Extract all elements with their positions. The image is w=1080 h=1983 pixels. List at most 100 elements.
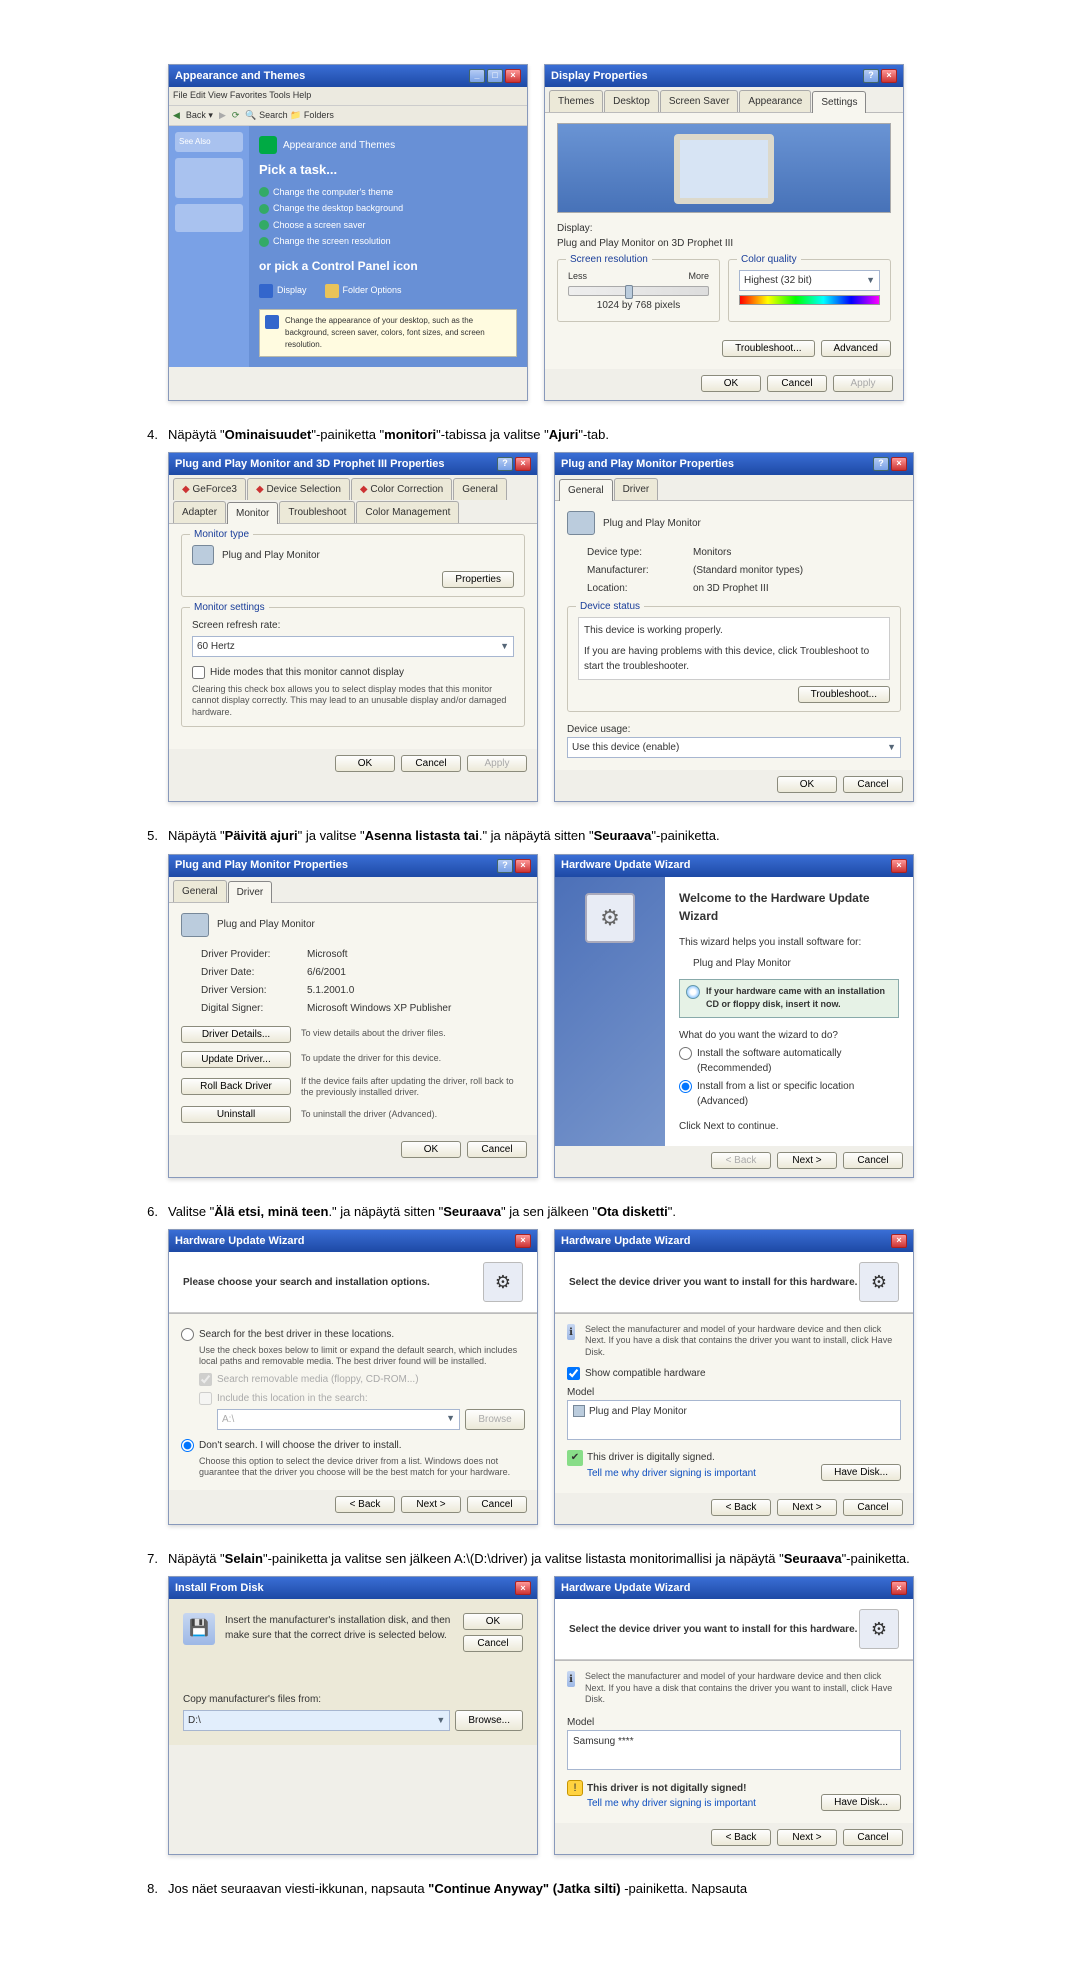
tab-driver[interactable]: Driver [228,881,273,903]
close-icon[interactable]: × [515,859,531,873]
device-usage-select[interactable]: Use this device (enable)▼ [567,737,901,758]
tab-colormgmt[interactable]: Color Management [356,501,459,523]
have-disk-button[interactable]: Have Disk... [821,1464,901,1481]
ok-button[interactable]: OK [701,375,761,392]
cancel-button[interactable]: Cancel [401,755,461,772]
tab-general[interactable]: General [453,478,507,500]
troubleshoot-button[interactable]: Troubleshoot... [722,340,814,357]
next-button[interactable]: Next > [401,1496,461,1513]
close-icon[interactable]: × [515,1234,531,1248]
tab-adapter[interactable]: Adapter [173,501,226,523]
tab-desktop[interactable]: Desktop [604,90,659,112]
path-input[interactable]: D:\▼ [183,1710,450,1731]
apply-button[interactable]: Apply [833,375,893,392]
tab-appearance[interactable]: Appearance [739,90,811,112]
model-listbox[interactable]: Plug and Play Monitor [567,1400,901,1440]
ok-button[interactable]: OK [463,1613,523,1630]
hide-modes-checkbox[interactable] [192,666,205,679]
install-list-radio[interactable] [679,1080,692,1093]
close-icon[interactable]: × [891,457,907,471]
cancel-button[interactable]: Cancel [767,375,827,392]
task-item[interactable]: Choose a screen saver [259,219,517,233]
cancel-button[interactable]: Cancel [467,1496,527,1513]
tab-themes[interactable]: Themes [549,90,603,112]
task-item[interactable]: Change the computer's theme [259,186,517,200]
resolution-slider[interactable] [568,286,709,296]
minimize-icon[interactable]: _ [469,69,485,83]
cancel-button[interactable]: Cancel [843,1499,903,1516]
tab-settings[interactable]: Settings [812,91,866,113]
dont-search-radio[interactable] [181,1439,194,1452]
maximize-icon[interactable]: □ [487,69,503,83]
back-button[interactable]: < Back [711,1499,771,1516]
task-item[interactable]: Change the desktop background [259,202,517,216]
browse-button[interactable]: Browse... [455,1710,523,1731]
uninstall-button[interactable]: Uninstall [181,1106,291,1123]
close-icon[interactable]: × [891,1581,907,1595]
tab-monitor[interactable]: Monitor [227,502,278,524]
apply-button[interactable]: Apply [467,755,527,772]
ok-button[interactable]: OK [401,1141,461,1158]
cancel-button[interactable]: Cancel [463,1635,523,1652]
close-icon[interactable]: × [891,1234,907,1248]
cp-icon-display[interactable]: Display [259,284,307,298]
ok-button[interactable]: OK [335,755,395,772]
display-name: Plug and Play Monitor on 3D Prophet III [557,236,891,251]
have-disk-button[interactable]: Have Disk... [821,1794,901,1811]
window-title: Hardware Update Wizard [561,1233,691,1250]
next-button[interactable]: Next > [777,1829,837,1846]
driver-details-button[interactable]: Driver Details... [181,1026,291,1043]
help-icon[interactable]: ? [497,457,513,471]
properties-button[interactable]: Properties [442,571,514,588]
close-icon[interactable]: × [881,69,897,83]
signing-info-link[interactable]: Tell me why driver signing is important [587,1468,756,1479]
monitor-type-group: Monitor type [190,527,253,542]
cancel-button[interactable]: Cancel [467,1141,527,1158]
tab-geforce[interactable]: ◆ GeForce3 [173,478,246,500]
tab-devsel[interactable]: ◆ Device Selection [247,478,350,500]
next-button[interactable]: Next > [777,1152,837,1169]
update-driver-button[interactable]: Update Driver... [181,1051,291,1068]
help-icon[interactable]: ? [863,69,879,83]
ok-button[interactable]: OK [777,776,837,793]
back-button[interactable]: < Back [335,1496,395,1513]
color-quality-select[interactable]: Highest (32 bit)▼ [739,270,880,291]
info-icon: ℹ [567,1671,575,1687]
tab-troubleshoot[interactable]: Troubleshoot [279,501,355,523]
tab-screensaver[interactable]: Screen Saver [660,90,739,112]
refresh-rate-select[interactable]: 60 Hertz▼ [192,636,514,657]
folder-icon [325,284,339,298]
close-icon[interactable]: × [891,859,907,873]
tab-colorcorr[interactable]: ◆ Color Correction [351,478,452,500]
advanced-button[interactable]: Advanced [821,340,891,357]
troubleshoot-button[interactable]: Troubleshoot... [798,686,890,703]
help-icon[interactable]: ? [873,457,889,471]
next-button[interactable]: Next > [777,1499,837,1516]
cancel-button[interactable]: Cancel [843,1152,903,1169]
cancel-button[interactable]: Cancel [843,776,903,793]
wizard-heading: Welcome to the Hardware Update Wizard [679,889,899,925]
help-icon[interactable]: ? [497,859,513,873]
close-icon[interactable]: × [505,69,521,83]
step-text: Näpäytä "Päivitä ajuri" ja valitse "Asen… [168,826,940,846]
back-button[interactable]: < Back [711,1829,771,1846]
search-best-radio[interactable] [181,1328,194,1341]
rollback-driver-button[interactable]: Roll Back Driver [181,1078,291,1095]
cp-icon-folder-options[interactable]: Folder Options [325,284,402,298]
close-icon[interactable]: × [515,457,531,471]
cancel-button[interactable]: Cancel [843,1829,903,1846]
monitor-icon [567,511,595,535]
tab-driver[interactable]: Driver [614,478,659,500]
task-item[interactable]: Change the screen resolution [259,235,517,249]
signing-info-link[interactable]: Tell me why driver signing is important [587,1798,756,1809]
monitor-icon [573,1405,585,1417]
install-auto-radio[interactable] [679,1047,692,1060]
show-compatible-checkbox[interactable] [567,1367,580,1380]
model-listbox[interactable]: Samsung **** [567,1730,901,1770]
tab-general[interactable]: General [173,880,227,902]
back-button[interactable]: < Back [711,1152,771,1169]
pick-task-heading: Pick a task... [259,160,517,180]
close-icon[interactable]: × [515,1581,531,1595]
tab-general[interactable]: General [559,479,613,501]
step-text: Näpäytä "Ominaisuudet"-painiketta "monit… [168,425,940,445]
